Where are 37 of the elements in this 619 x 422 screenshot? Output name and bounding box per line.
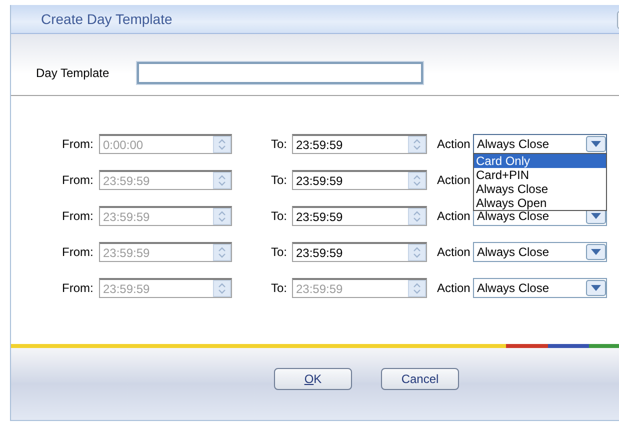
action-label: Action <box>437 172 472 189</box>
from-label: From: <box>62 136 94 153</box>
to-time-field[interactable]: 23:59:59 <box>292 134 427 154</box>
action-label: Action <box>437 280 472 297</box>
dialog-button[interactable]: OK <box>274 368 352 390</box>
from-label: From: <box>62 208 94 225</box>
dropdown-option[interactable]: Card+PIN <box>474 168 606 182</box>
to-label: To: <box>271 280 288 297</box>
to-label: To: <box>271 244 288 261</box>
to-label: To: <box>271 172 288 189</box>
to-time-field[interactable]: 23:59:59 <box>292 170 427 190</box>
spinner-arrows-icon[interactable] <box>408 136 426 153</box>
action-label: Action <box>437 208 472 225</box>
caret-icon <box>586 244 606 260</box>
action-label: Action <box>437 244 472 261</box>
action-label: Action <box>437 136 472 153</box>
from-label: From: <box>62 172 94 189</box>
to-time-field[interactable]: 23:59:59 <box>292 242 427 262</box>
caret-icon <box>586 136 606 152</box>
action-dropdown[interactable]: Always Close <box>473 242 607 262</box>
day-template-field[interactable] <box>137 62 424 84</box>
spinner-arrows-icon[interactable] <box>408 244 426 261</box>
from-label: From: <box>62 244 94 261</box>
caret-icon <box>586 280 606 296</box>
dialog-title: Create Day Template <box>41 10 172 29</box>
to-label: To: <box>271 136 288 153</box>
to-time-field[interactable]: 23:59:59 <box>292 206 427 226</box>
spinner-arrows-icon[interactable] <box>408 172 426 189</box>
dropdown-option[interactable]: Always Close <box>474 182 606 196</box>
to-label: To: <box>271 208 288 225</box>
spinner-arrows-icon[interactable] <box>408 208 426 225</box>
action-dropdown[interactable]: Always Close <box>473 134 607 154</box>
field-label: Day Template <box>36 64 110 82</box>
dropdown-option[interactable]: Card Only <box>474 154 606 168</box>
action-dropdown[interactable]: Always Close <box>473 278 607 298</box>
from-label: From: <box>62 280 94 297</box>
dialog-button[interactable]: Cancel <box>381 368 459 390</box>
